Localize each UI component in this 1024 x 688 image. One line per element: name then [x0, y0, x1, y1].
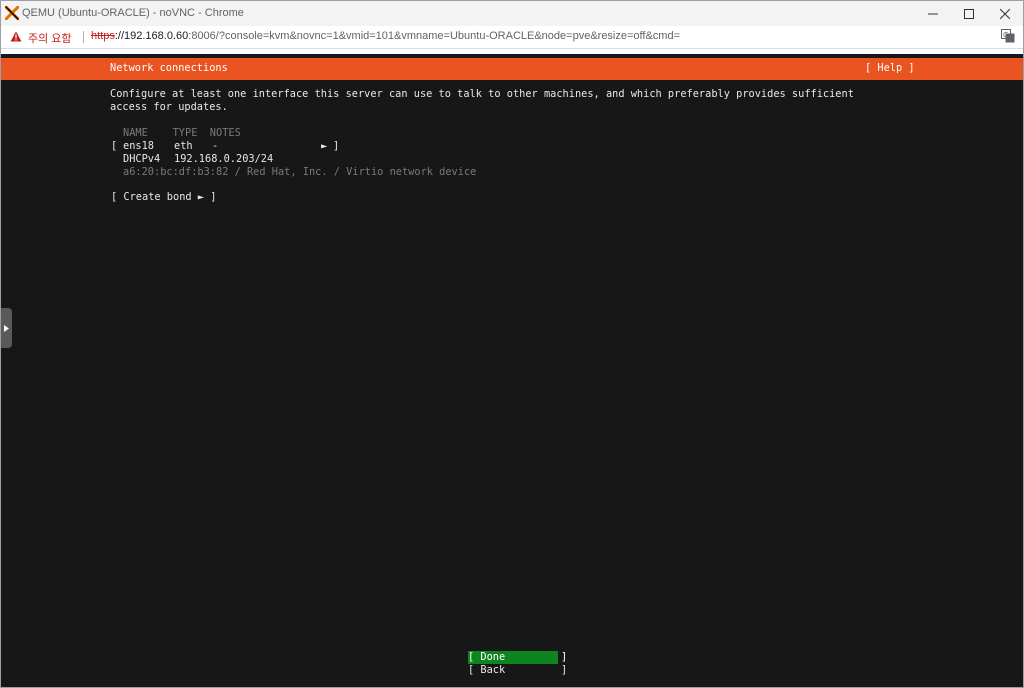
- hardware-info: a6:20:bc:df:b3:82 / Red Hat, Inc. / Virt…: [123, 166, 477, 178]
- dhcp-label: DHCPv4: [123, 153, 161, 165]
- minimize-button[interactable]: [915, 1, 951, 26]
- interface-type: eth: [174, 140, 193, 152]
- description-line-1: Configure at least one interface this se…: [110, 88, 854, 100]
- svg-text:G: G: [1003, 31, 1008, 39]
- maximize-button[interactable]: [951, 1, 987, 26]
- description-line-2: access for updates.: [110, 101, 228, 113]
- security-warning-label[interactable]: 주의 요함: [28, 30, 72, 46]
- screen-title: Network connections: [110, 62, 228, 74]
- table-header: NAME TYPE NOTES: [123, 127, 241, 139]
- close-icon: [1000, 8, 1010, 19]
- minimize-icon: [928, 13, 938, 14]
- url-scheme: https: [91, 30, 115, 42]
- address-divider: [83, 31, 84, 43]
- installer-header: Network connections [ Help ]: [1, 58, 1023, 80]
- novnc-sidebar-handle[interactable]: [1, 308, 12, 348]
- dhcp-address: 192.168.0.203/24: [174, 153, 274, 165]
- interface-notes: -: [212, 140, 219, 152]
- back-button[interactable]: [ Back ]: [468, 664, 567, 677]
- url-text[interactable]: https://192.168.0.60:8006/?console=kvm&n…: [91, 30, 680, 42]
- translate-icon[interactable]: G: [1001, 29, 1015, 43]
- url-host: ://192.168.0.60: [114, 30, 189, 42]
- expand-arrow-icon: [4, 324, 9, 332]
- address-bar[interactable]: 주의 요함 https://192.168.0.60:8006/?console…: [1, 26, 1023, 49]
- row-bracket-close: ]: [333, 140, 340, 152]
- window-title: QEMU (Ubuntu-ORACLE) - noVNC - Chrome: [22, 7, 244, 19]
- vnc-console[interactable]: Network connections [ Help ] Configure a…: [1, 54, 1023, 687]
- interface-name: ens18: [123, 140, 154, 152]
- proxmox-logo-icon: [5, 6, 19, 20]
- row-arrow-icon: ►: [321, 140, 328, 152]
- create-bond-button[interactable]: [ Create bond ► ]: [111, 191, 216, 204]
- browser-window: QEMU (Ubuntu-ORACLE) - noVNC - Chrome 주의…: [0, 0, 1024, 688]
- help-button[interactable]: [ Help ]: [865, 62, 915, 74]
- warning-triangle-icon: [10, 31, 22, 42]
- title-bar: QEMU (Ubuntu-ORACLE) - noVNC - Chrome: [1, 1, 1023, 26]
- row-bracket-open: [: [111, 140, 118, 152]
- maximize-icon: [964, 8, 974, 19]
- close-button[interactable]: [987, 1, 1023, 26]
- done-button[interactable]: [ Done ]: [468, 651, 567, 664]
- url-path: :8006/?console=kvm&novnc=1&vmid=101&vmna…: [188, 30, 680, 42]
